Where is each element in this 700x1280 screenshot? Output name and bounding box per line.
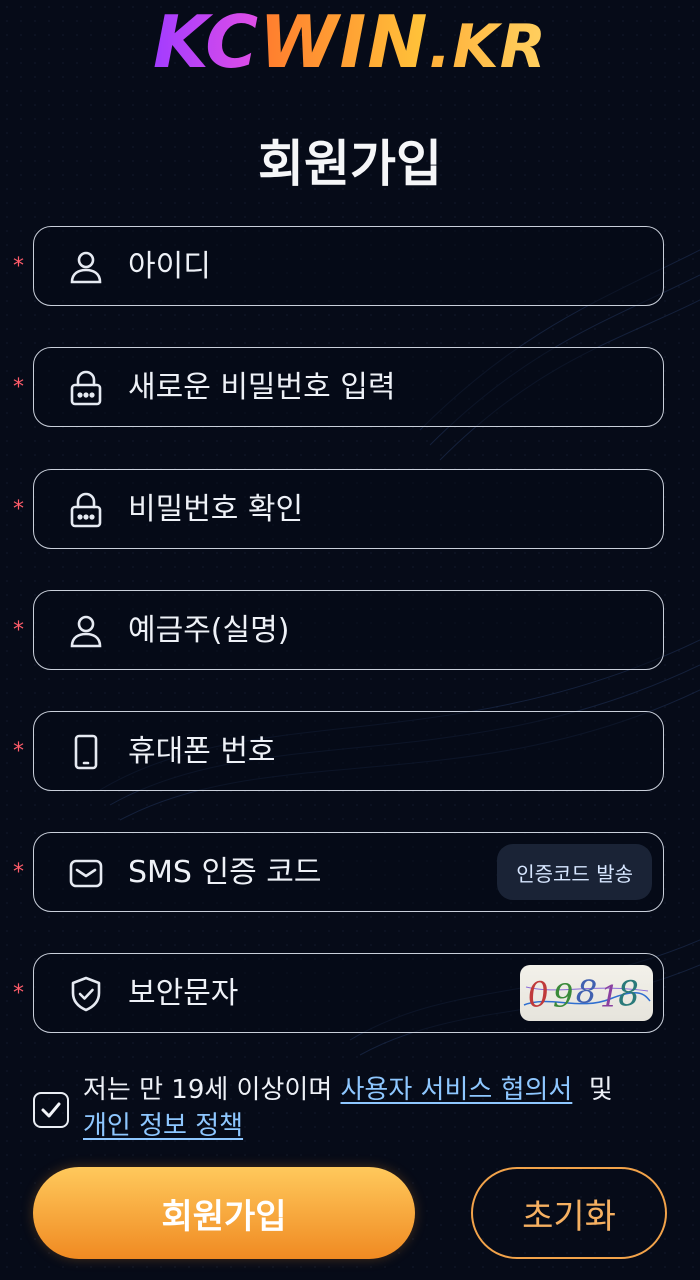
captcha-field[interactable]: 0 9 8 1 8 (33, 953, 664, 1033)
page-title: 회원가입 (258, 135, 442, 193)
svg-text:0: 0 (525, 974, 551, 1016)
sms-code-field[interactable]: 인증코드 발송 (33, 832, 664, 912)
logo-part-kc: KC (153, 0, 260, 84)
user-icon (66, 611, 106, 651)
signup-button[interactable]: 회원가입 (33, 1167, 415, 1259)
required-mark: * (13, 497, 24, 522)
sms-code-input[interactable] (128, 833, 468, 911)
reset-button[interactable]: 초기화 (471, 1167, 667, 1259)
terms-middle: 및 (572, 1075, 613, 1105)
account-holder-input[interactable] (128, 591, 468, 669)
svg-text:8: 8 (575, 972, 599, 1012)
confirm-password-input[interactable] (128, 470, 468, 548)
username-field[interactable] (33, 226, 664, 306)
service-agreement-link[interactable]: 사용자 서비스 협의서 (341, 1075, 573, 1105)
phone-icon (66, 732, 106, 772)
lock-icon (66, 490, 106, 530)
account-holder-field[interactable] (33, 590, 664, 670)
required-mark: * (13, 739, 24, 764)
required-mark: * (13, 860, 24, 885)
checkmark-icon (41, 1102, 61, 1118)
phone-input[interactable] (128, 712, 468, 790)
phone-row: * (0, 711, 700, 795)
new-password-field[interactable] (33, 347, 664, 427)
confirm-password-field[interactable] (33, 469, 664, 549)
required-mark: * (13, 618, 24, 643)
required-mark: * (13, 981, 24, 1006)
captcha-image[interactable]: 0 9 8 1 8 (520, 965, 653, 1021)
svg-text:8: 8 (616, 973, 640, 1014)
sms-code-row: * 인증코드 발송 (0, 832, 700, 916)
envelope-icon (66, 853, 106, 893)
logo-part-kr: .KR (428, 12, 547, 82)
terms-checkbox[interactable] (33, 1092, 69, 1128)
logo-part-win: WIN (259, 0, 429, 84)
lock-icon (66, 368, 106, 408)
send-code-button[interactable]: 인증코드 발송 (497, 844, 652, 900)
required-mark: * (13, 375, 24, 400)
required-mark: * (13, 254, 24, 279)
site-logo[interactable]: KCWIN.KR (0, 4, 700, 85)
user-icon (66, 247, 106, 287)
terms-text: 저는 만 19세 이상이며 사용자 서비스 협의서 및개인 정보 정책 (83, 1072, 673, 1144)
phone-field[interactable] (33, 711, 664, 791)
username-row: * (0, 226, 700, 310)
account-holder-row: * (0, 590, 700, 674)
new-password-input[interactable] (128, 348, 468, 426)
privacy-policy-link[interactable]: 개인 정보 정책 (83, 1111, 243, 1141)
captcha-input[interactable] (128, 954, 468, 1032)
shield-check-icon (66, 974, 106, 1014)
new-password-row: * (0, 347, 700, 431)
terms-prefix: 저는 만 19세 이상이며 (83, 1075, 341, 1105)
username-input[interactable] (128, 227, 468, 305)
confirm-password-row: * (0, 469, 700, 553)
captcha-row: * 0 9 8 1 8 (0, 953, 700, 1037)
svg-text:9: 9 (553, 977, 573, 1015)
